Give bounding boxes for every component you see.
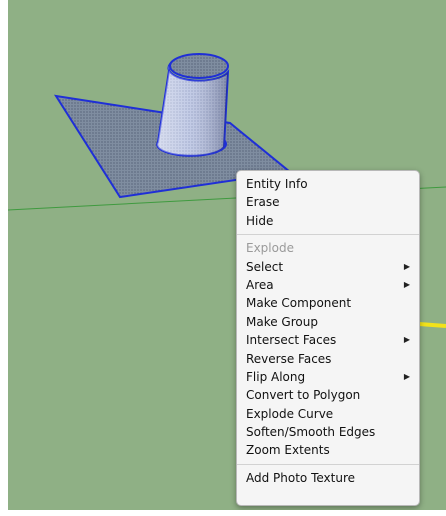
menu-item-label: Intersect Faces <box>246 333 337 348</box>
menu-item-select[interactable]: Select ▶ <box>237 258 419 276</box>
menu-item-label: Entity Info <box>246 177 308 191</box>
cylinder-top[interactable] <box>169 53 229 79</box>
menu-item-area[interactable]: Area ▶ <box>237 276 419 294</box>
menu-separator <box>237 234 419 236</box>
menu-item-make-component[interactable]: Make Component <box>237 294 419 312</box>
menu-item-label: Convert to Polygon <box>246 388 361 403</box>
menu-item-label: Explode <box>246 241 294 256</box>
menu-item-label: Make Group <box>246 314 318 329</box>
submenu-arrow-icon: ▶ <box>403 279 410 289</box>
menu-item-label: Soften/Smooth Edges <box>246 425 376 440</box>
menu-item-add-photo-texture[interactable]: Add Photo Texture <box>237 469 419 487</box>
menu-item-soften-smooth-edges[interactable]: Soften/Smooth Edges <box>237 423 419 441</box>
submenu-arrow-icon: ▶ <box>403 335 410 345</box>
menu-item-label: Area <box>246 277 274 292</box>
menu-item-label: Reverse Faces <box>246 351 332 366</box>
menu-item-label: Flip Along <box>246 369 306 384</box>
menu-item-zoom-extents[interactable]: Zoom Extents <box>237 441 419 459</box>
modeling-viewport[interactable]: Entity Info Erase Hide Explode Select ▶ Area ▶ M… <box>8 0 446 510</box>
menu-item-label: Erase <box>246 195 280 210</box>
menu-item-label: Select <box>246 259 284 274</box>
menu-item-label: Explode Curve <box>246 406 334 421</box>
menu-item-hide[interactable]: Hide <box>237 212 419 230</box>
menu-item-erase[interactable]: Erase <box>237 193 419 211</box>
context-menu: Entity Info Erase Hide Explode Select ▶ Area ▶ M… <box>236 170 420 506</box>
menu-item-entity-info[interactable]: Entity Info <box>237 175 419 193</box>
menu-item-label: Make Component <box>246 296 352 311</box>
menu-item-convert-to-polygon[interactable]: Convert to Polygon <box>237 386 419 404</box>
menu-item-label: Hide <box>246 213 274 228</box>
menu-item-explode: Explode <box>237 239 419 257</box>
menu-item-reverse-faces[interactable]: Reverse Faces <box>237 350 419 368</box>
menu-separator <box>237 463 419 465</box>
menu-item-explode-curve[interactable]: Explode Curve <box>237 405 419 423</box>
menu-item-make-group[interactable]: Make Group <box>237 313 419 331</box>
menu-item-label: Add Photo Texture <box>246 470 356 485</box>
menu-item-flip-along[interactable]: Flip Along ▶ <box>237 368 419 386</box>
submenu-arrow-icon: ▶ <box>403 261 410 271</box>
submenu-arrow-icon: ▶ <box>403 371 410 381</box>
menu-item-intersect-faces[interactable]: Intersect Faces ▶ <box>237 331 419 349</box>
menu-item-label: Zoom Extents <box>246 443 330 458</box>
